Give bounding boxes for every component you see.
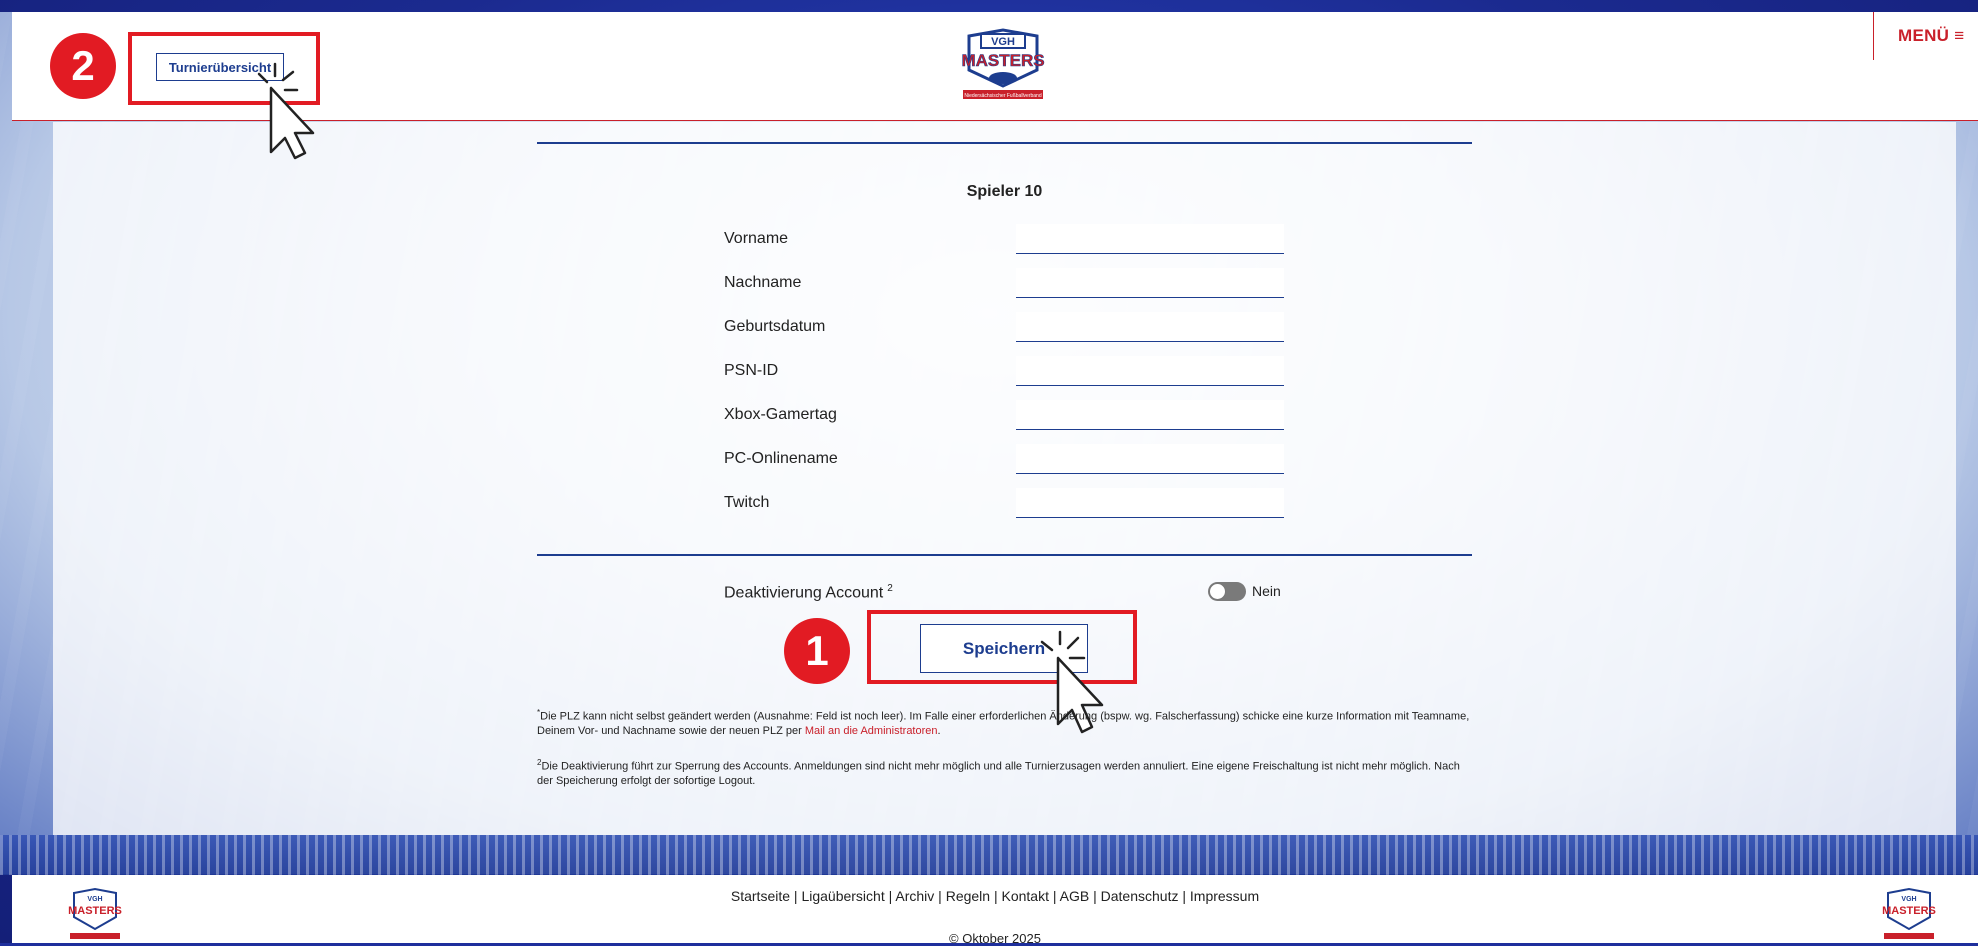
footer-separator: |	[1093, 888, 1097, 904]
nachname-input[interactable]	[1016, 268, 1284, 298]
deactivation-label: Deaktivierung Account 2	[724, 583, 893, 602]
step-badge-1: 1	[784, 618, 850, 684]
player-section-title: Spieler 10	[966, 183, 1043, 200]
psn-id-input[interactable]	[1016, 356, 1284, 386]
footer-separator: |	[993, 888, 998, 904]
field-label: PC-Onlinename	[724, 450, 838, 467]
pc-onlinename-input[interactable]	[1016, 444, 1284, 474]
field-label: Vorname	[724, 230, 789, 247]
toggle-state-text: Nein	[1252, 583, 1281, 599]
copyright: © Oktober 2025	[949, 931, 1041, 946]
form-row-xbox-gamertag: Xbox-Gamertag	[724, 400, 1284, 432]
field-label: Geburtsdatum	[724, 318, 826, 335]
form-row-geburtsdatum: Geburtsdatum	[724, 312, 1284, 344]
footer-link-ligauebersicht[interactable]: Ligaübersicht	[801, 888, 884, 904]
footnote-plz: *Die PLZ kann nicht selbst geändert werd…	[537, 706, 1472, 738]
deactivation-toggle[interactable]	[1208, 582, 1246, 601]
footer-link-agb[interactable]: AGB	[1060, 888, 1090, 904]
middle-divider	[537, 554, 1472, 556]
field-label: Nachname	[724, 274, 802, 291]
admin-mail-link[interactable]: Mail an die Administratoren	[805, 725, 938, 737]
form-row-pc-onlinename: PC-Onlinename	[724, 444, 1284, 476]
twitch-input[interactable]	[1016, 488, 1284, 518]
footer-separator: |	[1182, 888, 1186, 904]
footer-link-kontakt[interactable]: Kontakt	[1002, 888, 1049, 904]
vorname-input[interactable]	[1016, 224, 1284, 254]
form-row-twitch: Twitch	[724, 488, 1284, 520]
vgh-masters-logo[interactable]: VGH MASTERS Niedersächsischer Fußballver…	[955, 26, 1051, 108]
menu-divider	[1873, 12, 1874, 60]
form-row-vorname: Vorname	[724, 224, 1284, 256]
footer-link-startseite[interactable]: Startseite	[731, 888, 790, 904]
field-label: Twitch	[724, 494, 770, 511]
footer-logo-main-text: MASTERS	[1882, 905, 1936, 917]
step-badge-2: 2	[50, 33, 116, 99]
top-divider	[537, 142, 1472, 144]
form-row-nachname: Nachname	[724, 268, 1284, 300]
tournament-overview-button[interactable]: Turnierübersicht	[156, 53, 284, 81]
crowd-strip	[0, 835, 1978, 875]
footnote-plz-end: .	[937, 724, 941, 737]
form-row-psn-id: PSN-ID	[724, 356, 1284, 388]
footnote-deactivation: 2Die Deaktivierung führt zur Sperrung de…	[537, 756, 1472, 788]
footer-separator: |	[888, 888, 893, 904]
geburtsdatum-input[interactable]	[1016, 312, 1284, 342]
footer-nav: Startseite | Ligaübersicht | Archiv | Re…	[12, 888, 1978, 904]
toggle-knob	[1209, 583, 1226, 600]
logo-subtext: Niedersächsischer Fußballverband	[964, 93, 1041, 99]
footer-link-archiv[interactable]: Archiv	[895, 888, 934, 904]
field-label: PSN-ID	[724, 362, 779, 379]
footer-logo-main-text: MASTERS	[68, 905, 122, 917]
footer-separator: |	[793, 888, 798, 904]
footer-link-impressum[interactable]: Impressum	[1190, 888, 1259, 904]
footer-link-regeln[interactable]: Regeln	[946, 888, 990, 904]
footnote-plz-text: Die PLZ kann nicht selbst geändert werde…	[537, 710, 1470, 737]
site-footer: VGH MASTERS VGH MASTERS Startseite | Lig…	[12, 875, 1978, 946]
footnote-deactivation-text: Die Deaktivierung führt zur Sperrung des…	[537, 760, 1460, 787]
xbox-gamertag-input[interactable]	[1016, 400, 1284, 430]
menu-button[interactable]: MENÜ ≡	[1898, 26, 1965, 46]
deactivation-label-text: Deaktivierung Account	[724, 584, 884, 602]
footer-link-datenschutz[interactable]: Datenschutz	[1101, 888, 1179, 904]
save-button[interactable]: Speichern	[920, 624, 1088, 673]
footer-separator: |	[938, 888, 942, 904]
logo-main-text: MASTERS	[961, 51, 1044, 70]
logo-top-text: VGH	[991, 36, 1015, 48]
field-label: Xbox-Gamertag	[724, 406, 837, 423]
deactivation-footnote-ref: 2	[887, 583, 893, 594]
footer-separator: |	[1052, 888, 1057, 904]
